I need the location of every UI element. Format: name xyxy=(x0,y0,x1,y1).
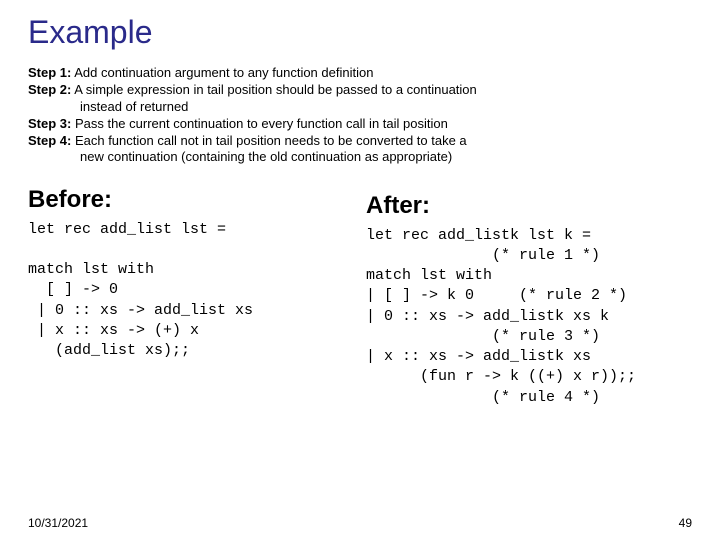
step-continuation: new continuation (containing the old con… xyxy=(28,149,692,165)
footer-page-number: 49 xyxy=(679,516,692,530)
slide-title: Example xyxy=(28,14,692,51)
step-label: Step 1: xyxy=(28,65,71,80)
step-item: Step 1: Add continuation argument to any… xyxy=(28,65,692,81)
step-text: A simple expression in tail position sho… xyxy=(71,82,476,97)
before-heading: Before: xyxy=(28,186,354,214)
code-columns: Before: let rec add_list lst = match lst… xyxy=(28,186,692,408)
step-text: Each function call not in tail position … xyxy=(71,133,466,148)
step-text: Pass the current continuation to every f… xyxy=(71,116,448,131)
step-label: Step 2: xyxy=(28,82,71,97)
after-code: let rec add_listk lst k = (* rule 1 *) m… xyxy=(366,226,692,408)
after-heading: After: xyxy=(366,192,692,220)
step-label: Step 4: xyxy=(28,133,71,148)
step-item: Step 2: A simple expression in tail posi… xyxy=(28,82,692,115)
step-item: Step 3: Pass the current continuation to… xyxy=(28,116,692,132)
footer-date: 10/31/2021 xyxy=(28,516,88,530)
step-text: Add continuation argument to any functio… xyxy=(71,65,373,80)
slide-footer: 10/31/2021 49 xyxy=(28,516,692,530)
step-continuation: instead of returned xyxy=(28,99,692,115)
step-item: Step 4: Each function call not in tail p… xyxy=(28,133,692,166)
before-column: Before: let rec add_list lst = match lst… xyxy=(28,186,354,408)
after-column: After: let rec add_listk lst k = (* rule… xyxy=(366,186,692,408)
before-code: let rec add_list lst = match lst with [ … xyxy=(28,220,354,362)
steps-block: Step 1: Add continuation argument to any… xyxy=(28,65,692,166)
step-label: Step 3: xyxy=(28,116,71,131)
